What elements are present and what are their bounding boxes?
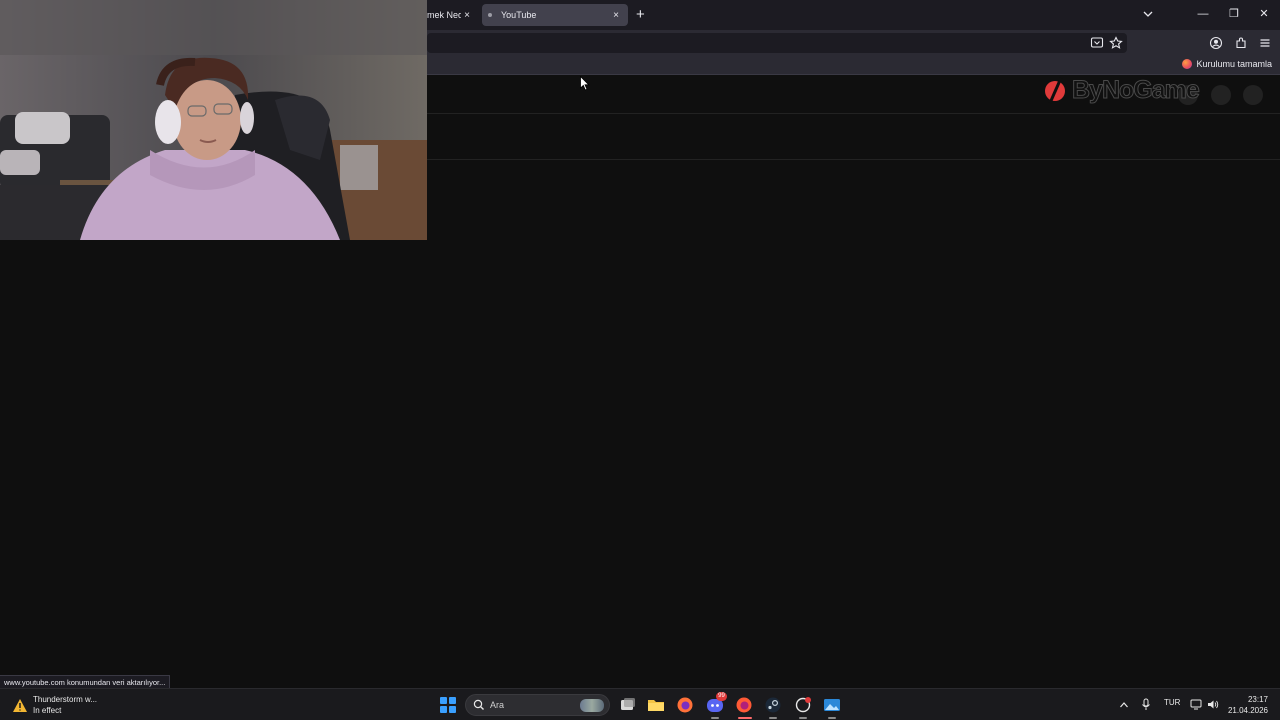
list-all-tabs-icon[interactable] (1142, 7, 1154, 21)
save-to-pocket-icon[interactable] (1090, 36, 1104, 50)
discord-notification-badge: 99 (716, 692, 727, 701)
bookmark-star-icon[interactable] (1109, 36, 1123, 50)
system-clock[interactable]: 23:17 21.04.2026 (1226, 694, 1268, 716)
clock-time: 23:17 (1247, 695, 1268, 704)
minimize-button[interactable]: — (1196, 7, 1210, 21)
firefox-logo-icon (1182, 59, 1193, 69)
taskbar: Thunderstorm w... In effect Ara 99 TUR 2… (0, 688, 1280, 720)
firefox-active-indicator (738, 717, 752, 719)
tab-title: mek Nede (427, 10, 461, 20)
close-window-button[interactable]: ✕ (1257, 7, 1271, 21)
file-explorer-icon[interactable] (647, 696, 665, 714)
clock-date: 21.04.2026 (1227, 706, 1268, 715)
warning-icon (13, 698, 27, 712)
complete-setup-button[interactable]: Kurulumu tamamla (1182, 59, 1272, 69)
notifications-placeholder[interactable] (1211, 85, 1231, 105)
tab-title: YouTube (501, 10, 537, 20)
photos-icon[interactable] (823, 696, 841, 714)
extensions-icon[interactable] (1234, 36, 1248, 50)
watermark-text: ByNoGame (1072, 75, 1201, 104)
tab-favicon-icon (488, 13, 492, 17)
menu-icon[interactable] (1258, 36, 1272, 50)
tab-close-icon[interactable]: × (610, 10, 622, 21)
firefox-active-icon[interactable] (735, 696, 753, 714)
volume-icon[interactable] (1207, 699, 1219, 710)
avatar-placeholder[interactable] (1243, 85, 1263, 105)
network-icon[interactable] (1190, 699, 1202, 710)
search-highlight-icon (580, 699, 604, 712)
webcam-feed-image (0, 0, 427, 240)
firefox-icon[interactable] (676, 696, 694, 714)
bynogame-watermark: ByNoGame (1043, 75, 1201, 104)
new-tab-button[interactable]: + (636, 7, 645, 22)
weather-title: Thunderstorm w... (33, 695, 98, 704)
discord-running-indicator (711, 717, 719, 719)
webcam-overlay (0, 0, 427, 240)
setup-label: Kurulumu tamamla (1196, 59, 1272, 69)
tab-previous[interactable]: mek Nede × (427, 4, 479, 26)
task-view-icon[interactable] (619, 696, 637, 714)
photos-running-indicator (828, 717, 836, 719)
app-running-indicator (799, 717, 807, 719)
microphone-icon[interactable] (1141, 698, 1151, 711)
weather-subtitle: In effect (33, 706, 62, 715)
app-icon[interactable] (794, 696, 812, 714)
address-bar[interactable] (427, 33, 1127, 53)
bynogame-logo-icon (1045, 77, 1065, 104)
tab-close-icon[interactable]: × (461, 10, 473, 21)
mouse-cursor-icon (580, 76, 590, 91)
weather-widget[interactable]: Thunderstorm w... In effect (12, 694, 97, 716)
account-icon[interactable] (1209, 36, 1223, 50)
taskbar-search-box[interactable]: Ara (465, 694, 610, 716)
show-hidden-icons-chevron-icon[interactable] (1119, 700, 1129, 710)
restore-button[interactable]: ❐ (1227, 7, 1241, 21)
steam-icon[interactable] (764, 696, 782, 714)
search-placeholder: Ara (490, 700, 505, 710)
search-icon (473, 699, 484, 710)
steam-running-indicator (769, 717, 777, 719)
start-button[interactable] (440, 697, 456, 713)
input-language-indicator[interactable]: TUR (1164, 698, 1180, 707)
tab-youtube[interactable]: YouTube × (482, 4, 628, 26)
